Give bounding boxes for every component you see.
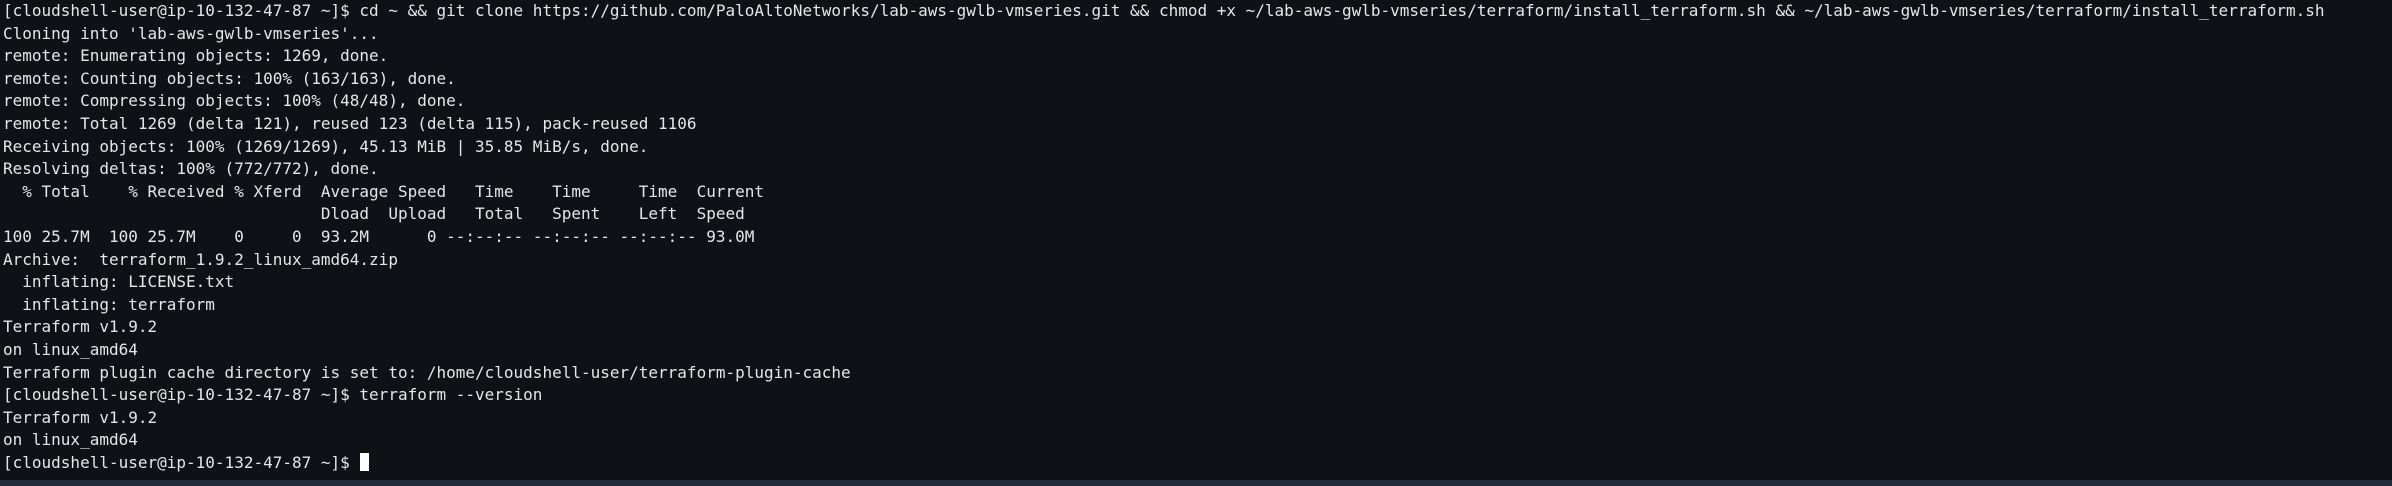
terminal-line: inflating: LICENSE.txt bbox=[3, 272, 235, 292]
terminal-line: on linux_amd64 bbox=[3, 430, 138, 450]
terminal-line: Terraform v1.9.2 bbox=[3, 317, 158, 337]
terminal-line: inflating: terraform bbox=[3, 294, 215, 314]
terminal-line: 100 25.7M 100 25.7M 0 0 93.2M 0 --:--:--… bbox=[3, 226, 755, 246]
terminal-line: % Total % Received % Xferd Average Speed… bbox=[3, 181, 764, 201]
terminal-line: Dload Upload Total Spent Left Speed bbox=[3, 204, 745, 224]
terminal-cursor[interactable] bbox=[360, 452, 370, 471]
terminal-line: [cloudshell-user@ip-10-132-47-87 ~]$ cd … bbox=[3, 1, 2325, 20]
terminal-line: Receiving objects: 100% (1269/1269), 45.… bbox=[3, 136, 649, 156]
terminal-window[interactable]: [cloudshell-user@ip-10-132-47-87 ~]$ cd … bbox=[0, 0, 2392, 486]
terminal-line: Archive: terraform_1.9.2_linux_amd64.zip bbox=[3, 249, 398, 269]
terminal-line: Cloning into 'lab-aws-gwlb-vmseries'... bbox=[3, 23, 379, 43]
terminal-line: on linux_amd64 bbox=[3, 339, 138, 359]
terminal-line: remote: Enumerating objects: 1269, done. bbox=[3, 46, 389, 66]
terminal-prompt-line[interactable]: [cloudshell-user@ip-10-132-47-87 ~]$ bbox=[3, 452, 2392, 475]
terminal-line: remote: Total 1269 (delta 121), reused 1… bbox=[3, 113, 697, 133]
terminal-line: [cloudshell-user@ip-10-132-47-87 ~]$ ter… bbox=[3, 385, 543, 405]
terminal-line: Resolving deltas: 100% (772/772), done. bbox=[3, 159, 379, 179]
terminal-prompt: [cloudshell-user@ip-10-132-47-87 ~]$ bbox=[3, 452, 360, 472]
terminal-line: Terraform plugin cache directory is set … bbox=[3, 362, 851, 382]
terminal-line: remote: Compressing objects: 100% (48/48… bbox=[3, 91, 466, 111]
terminal-line: Terraform v1.9.2 bbox=[3, 407, 158, 427]
terminal-line: remote: Counting objects: 100% (163/163)… bbox=[3, 68, 456, 88]
terminal-bottom-border bbox=[0, 480, 2392, 486]
